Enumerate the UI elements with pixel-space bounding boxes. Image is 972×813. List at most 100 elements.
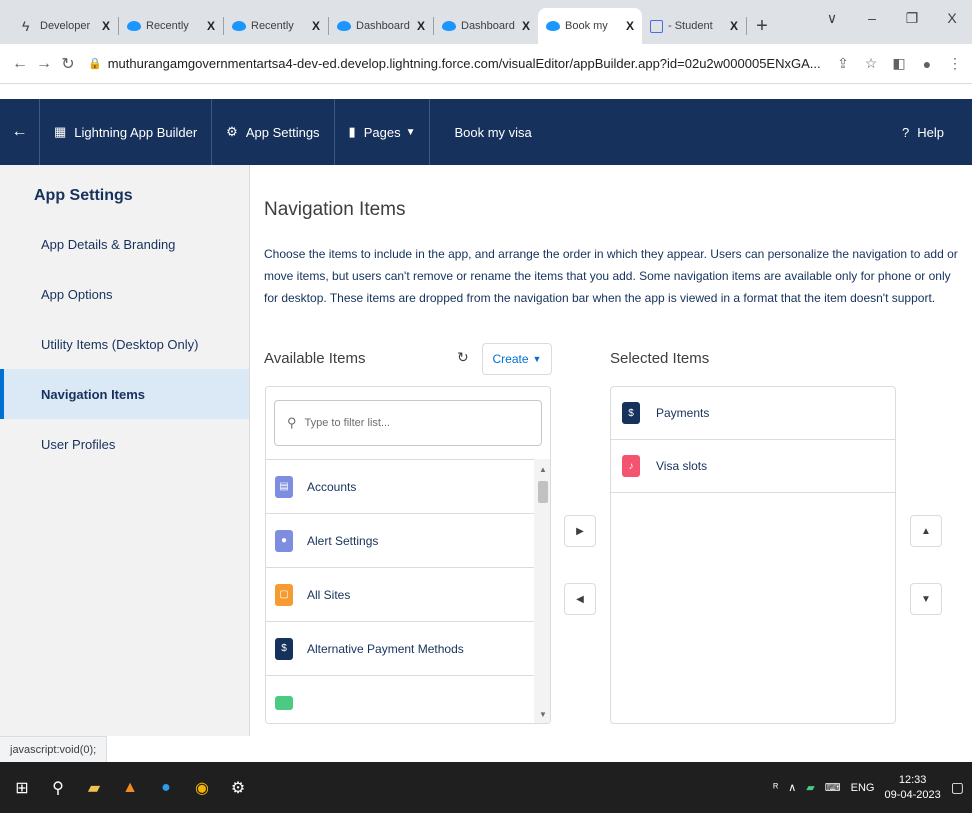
new-tab-button[interactable]: +	[747, 8, 777, 44]
list-item[interactable]: $ Payments	[611, 387, 895, 440]
tab-close-icon[interactable]: X	[102, 19, 110, 33]
forward-arrow-icon[interactable]: →	[32, 55, 56, 73]
list-item-label: Accounts	[307, 479, 357, 494]
list-item[interactable]: $ Alternative Payment Methods	[266, 622, 534, 676]
selected-items-label: Selected Items	[610, 350, 710, 367]
url-field[interactable]: 🔒 muthurangamgovernmentartsa4-dev-ed.dev…	[88, 50, 826, 78]
sidebar-item-user-profiles[interactable]: User Profiles	[0, 419, 249, 469]
star-icon[interactable]: ☆	[862, 55, 880, 72]
browser-tab[interactable]: Recently X	[119, 8, 223, 44]
scroll-down-icon[interactable]: ▼	[534, 710, 550, 719]
windows-start-icon[interactable]: ⊞	[4, 762, 40, 813]
minimize-icon[interactable]: –	[852, 10, 892, 26]
profile-icon[interactable]: ●	[918, 56, 936, 72]
edge-icon[interactable]: ●	[148, 762, 184, 813]
item-icon	[275, 695, 293, 710]
tab-close-icon[interactable]: X	[730, 19, 738, 33]
browser-tab[interactable]: ϟ Developer X	[14, 8, 118, 44]
sites-icon: ▢	[275, 583, 293, 606]
sidebar-toggle-icon[interactable]: ◧	[890, 55, 908, 72]
page-title: Navigation Items	[264, 199, 406, 220]
list-item-label: Alternative Payment Methods	[307, 641, 464, 656]
tab-close-icon[interactable]: X	[417, 19, 425, 33]
filter-placeholder: Type to filter list...	[304, 417, 391, 429]
move-up-button[interactable]: ▲	[910, 515, 942, 547]
url-text: muthurangamgovernmentartsa4-dev-ed.devel…	[107, 56, 821, 71]
chevron-down-icon: ▼	[921, 593, 931, 605]
file-explorer-icon[interactable]: ▰	[76, 762, 112, 813]
move-right-button[interactable]: ▶	[564, 515, 596, 547]
page-icon: ▮	[348, 124, 356, 139]
clock[interactable]: 12:33 09-04-2023	[884, 773, 940, 803]
search-icon[interactable]: ⚲	[40, 762, 76, 813]
settings-gear-icon[interactable]: ⚙	[220, 762, 256, 813]
browser-tab[interactable]: - Student X	[642, 8, 746, 44]
app-builder-label: Lightning App Builder	[74, 124, 198, 140]
list-item[interactable]: ▤ Accounts	[266, 460, 534, 514]
list-item[interactable]: ● Alert Settings	[266, 514, 534, 568]
salesforce-cloud-icon	[232, 21, 246, 31]
windows-taskbar: ⊞ ⚲ ▰ ▲ ● ◉ ⚙ ᴿ ∧ ▰ ⌨ ENG 12:33 09-04-20…	[0, 762, 972, 813]
help-button[interactable]: ? Help	[888, 99, 958, 165]
pages-dropdown[interactable]: ▮ Pages ▼	[335, 99, 431, 165]
people-icon[interactable]: ᴿ	[773, 782, 778, 794]
browser-tab-active[interactable]: Book my X	[538, 8, 642, 44]
sidebar-item-app-details[interactable]: App Details & Branding	[0, 219, 249, 269]
page-description: Choose the items to include in the app, …	[264, 247, 958, 305]
browser-tab[interactable]: Dashboard X	[329, 8, 433, 44]
list-item[interactable]: ♪ Visa slots	[611, 440, 895, 493]
system-tray: ᴿ ∧ ▰ ⌨ ENG 12:33 09-04-2023 ▢	[773, 762, 964, 813]
accounts-icon: ▤	[275, 475, 293, 498]
refresh-icon[interactable]: ↻	[457, 349, 469, 366]
browser-tab[interactable]: Recently X	[224, 8, 328, 44]
salesforce-cloud-icon	[442, 21, 456, 31]
chevron-up-icon: ▲	[921, 525, 931, 537]
scroll-thumb[interactable]	[538, 481, 548, 503]
app-settings-button[interactable]: ⚙ App Settings	[212, 99, 335, 165]
restore-icon[interactable]: ❐	[892, 10, 932, 27]
network-icon[interactable]: ▰	[806, 781, 814, 794]
chrome-icon[interactable]: ◉	[184, 762, 220, 813]
list-item[interactable]: ▢ All Sites	[266, 568, 534, 622]
tab-search-icon[interactable]: ∨	[812, 10, 852, 27]
sidebar-item-navigation-items[interactable]: Navigation Items	[0, 369, 249, 419]
selected-items-box: $ Payments ♪ Visa slots	[610, 386, 896, 724]
pages-label: Pages	[363, 124, 401, 140]
move-down-button[interactable]: ▼	[910, 583, 942, 615]
list-scrollbar[interactable]: ▲ ▼	[534, 459, 550, 723]
main-content: Navigation Items Choose the items to inc…	[250, 165, 972, 736]
keyboard-icon[interactable]: ⌨	[825, 781, 841, 794]
available-items-box: ⚲ Type to filter list... ▤ Accounts ● Al…	[265, 386, 551, 724]
reload-icon[interactable]: ↻	[56, 54, 80, 74]
vlc-icon[interactable]: ▲	[112, 762, 148, 813]
tab-close-icon[interactable]: X	[522, 19, 530, 33]
lock-icon: 🔒	[88, 58, 102, 70]
app-builder-header: ← ▦ Lightning App Builder ⚙ App Settings…	[0, 99, 972, 165]
lightning-app-builder-menu[interactable]: ▦ Lightning App Builder	[40, 99, 213, 165]
filter-input[interactable]: ⚲ Type to filter list...	[274, 400, 542, 446]
notification-icon[interactable]: ▢	[951, 779, 964, 796]
sidebar-item-utility-items[interactable]: Utility Items (Desktop Only)	[0, 319, 249, 369]
tab-close-icon[interactable]: X	[312, 19, 320, 33]
move-left-button[interactable]: ◀	[564, 583, 596, 615]
scroll-up-icon[interactable]: ▲	[534, 465, 550, 474]
tab-close-icon[interactable]: X	[626, 19, 634, 33]
share-icon[interactable]: ⇪	[834, 55, 852, 72]
close-window-icon[interactable]: X	[932, 10, 972, 26]
browser-tab[interactable]: Dashboard X	[434, 8, 538, 44]
create-button[interactable]: Create ▼	[482, 343, 552, 375]
back-arrow-icon[interactable]: ←	[8, 55, 32, 73]
chevron-down-icon: ▼	[405, 126, 416, 138]
chevron-up-icon[interactable]: ∧	[788, 781, 796, 794]
tab-title: Book my	[565, 20, 608, 32]
language-indicator[interactable]: ENG	[851, 782, 875, 794]
tab-title: - Student	[668, 20, 713, 32]
sidebar-item-app-options[interactable]: App Options	[0, 269, 249, 319]
back-button[interactable]: ←	[0, 99, 40, 165]
address-bar: ← → ↻ 🔒 muthurangamgovernmentartsa4-dev-…	[0, 44, 972, 84]
gear-icon: ⚙	[226, 124, 238, 139]
tab-close-icon[interactable]: X	[207, 19, 215, 33]
list-item-partial[interactable]	[266, 676, 534, 723]
list-item-label: All Sites	[307, 587, 351, 602]
menu-dots-icon[interactable]: ⋮	[946, 55, 964, 72]
